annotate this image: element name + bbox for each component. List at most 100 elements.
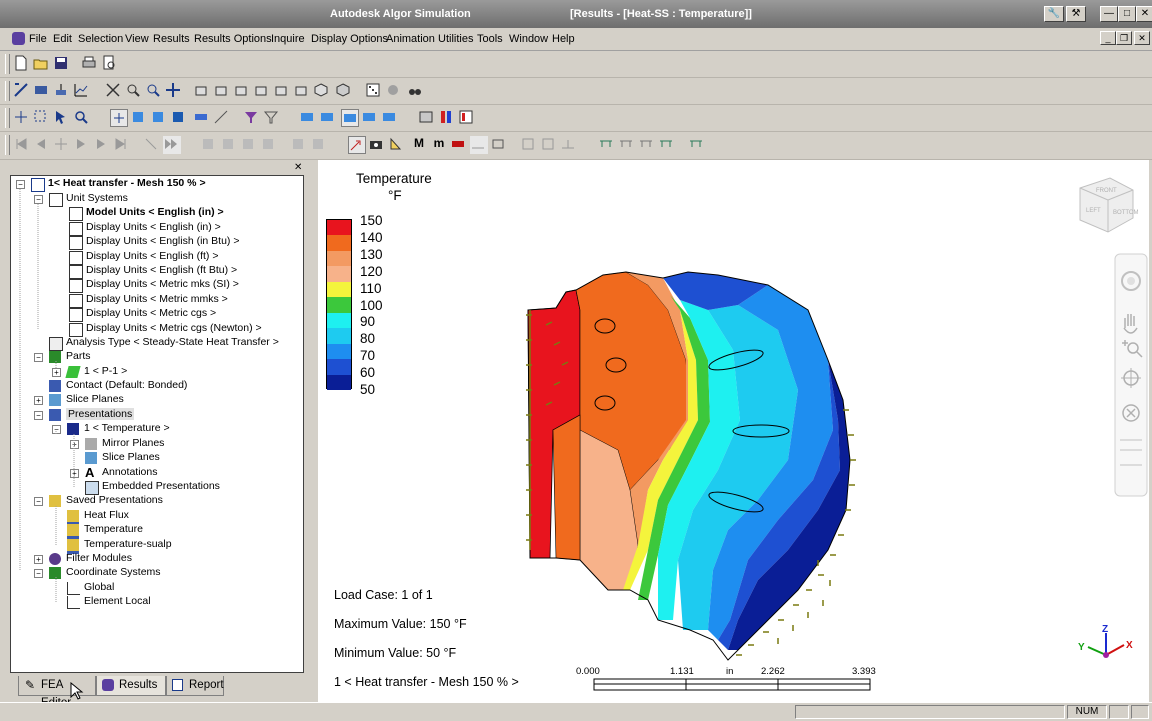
- menu-inquire[interactable]: Inquire: [271, 33, 305, 45]
- mesh-view-3-icon[interactable]: [240, 136, 258, 154]
- select-part-icon[interactable]: [150, 109, 168, 127]
- select-point-icon[interactable]: [110, 109, 128, 127]
- menu-help[interactable]: Help: [552, 33, 575, 45]
- hatch-icon[interactable]: [418, 109, 436, 127]
- view-back-icon[interactable]: [253, 82, 271, 100]
- display-mode-2-icon[interactable]: [319, 109, 337, 127]
- collapse-icon[interactable]: −: [34, 195, 43, 204]
- display-mode-5-icon[interactable]: [381, 109, 399, 127]
- dice-icon[interactable]: [365, 82, 383, 100]
- tab-results[interactable]: Results: [96, 676, 166, 696]
- first-frame-icon[interactable]: [13, 136, 31, 154]
- box-icon[interactable]: [490, 136, 508, 154]
- menu-results[interactable]: Results: [153, 33, 190, 45]
- app-icon[interactable]: [12, 32, 25, 45]
- menu-window[interactable]: Window: [509, 33, 548, 45]
- filter-select-icon[interactable]: [243, 109, 261, 127]
- fast-forward-icon[interactable]: [163, 136, 181, 154]
- animate-icon[interactable]: [143, 136, 161, 154]
- mdi-minimize-button[interactable]: _: [1100, 31, 1116, 45]
- select-pointer-icon[interactable]: [53, 109, 71, 127]
- colorbar-icon[interactable]: [438, 109, 456, 127]
- mdi-close-button[interactable]: ✕: [1134, 31, 1150, 45]
- query-icon[interactable]: [13, 82, 31, 100]
- annotation-arrow-icon[interactable]: [348, 136, 366, 154]
- display-mode-1-icon[interactable]: [299, 109, 317, 127]
- pan-icon[interactable]: [165, 82, 183, 100]
- print-icon[interactable]: [81, 55, 99, 73]
- wrench-icon[interactable]: 🔧: [1044, 6, 1064, 22]
- sphere-icon[interactable]: [385, 82, 403, 100]
- collapse-icon[interactable]: −: [16, 180, 25, 189]
- dim-1-icon[interactable]: [520, 136, 538, 154]
- magnifier-icon[interactable]: [73, 109, 91, 127]
- menu-display-options[interactable]: Display Options: [311, 33, 388, 45]
- legend-icon[interactable]: [458, 109, 476, 127]
- mesh-view-5-icon[interactable]: [290, 136, 308, 154]
- view-front-icon[interactable]: [233, 82, 251, 100]
- view-bottom-icon[interactable]: [213, 82, 231, 100]
- close-button[interactable]: ✕: [1136, 6, 1152, 22]
- dim-2-icon[interactable]: [540, 136, 558, 154]
- save-icon[interactable]: [53, 55, 71, 73]
- mesh-view-1-icon[interactable]: [200, 136, 218, 154]
- mesh-view-4-icon[interactable]: [260, 136, 278, 154]
- zoom-icon[interactable]: [145, 82, 163, 100]
- menu-view[interactable]: View: [125, 33, 149, 45]
- prev-frame-icon[interactable]: [33, 136, 51, 154]
- camera-icon[interactable]: [368, 136, 386, 154]
- load-5-icon[interactable]: [688, 136, 706, 154]
- load-1-icon[interactable]: [598, 136, 616, 154]
- last-frame-icon[interactable]: [113, 136, 131, 154]
- select-edge-icon[interactable]: [193, 109, 211, 127]
- tab-report[interactable]: Report: [166, 676, 224, 696]
- collapse-icon[interactable]: −: [34, 569, 43, 578]
- expand-icon[interactable]: +: [52, 368, 61, 377]
- view-iso-icon[interactable]: [313, 82, 331, 100]
- select-line-icon[interactable]: [213, 109, 231, 127]
- filter-icon[interactable]: [263, 109, 281, 127]
- zoom-window-icon[interactable]: [125, 82, 143, 100]
- select-body-icon[interactable]: [170, 109, 188, 127]
- menu-tools[interactable]: Tools: [477, 33, 503, 45]
- new-file-icon[interactable]: [13, 55, 31, 73]
- view-top-icon[interactable]: [193, 82, 211, 100]
- binoculars-icon[interactable]: [407, 82, 425, 100]
- minimize-button[interactable]: —: [1100, 6, 1118, 22]
- menu-selection[interactable]: Selection: [78, 33, 123, 45]
- expand-icon[interactable]: +: [70, 440, 79, 449]
- temperature-contour-model[interactable]: [526, 271, 856, 661]
- view-right-icon[interactable]: [293, 82, 311, 100]
- probe-label-icon[interactable]: [388, 136, 406, 154]
- print-preview-icon[interactable]: [101, 55, 119, 73]
- collapse-icon[interactable]: −: [34, 353, 43, 362]
- mdi-restore-button[interactable]: ❐: [1116, 31, 1132, 45]
- load-3-icon[interactable]: [638, 136, 656, 154]
- display-mode-4-icon[interactable]: [361, 109, 379, 127]
- menu-file[interactable]: File: [29, 33, 47, 45]
- collapse-icon[interactable]: −: [34, 497, 43, 506]
- red-bar-icon[interactable]: [450, 136, 468, 154]
- rotate-icon[interactable]: [13, 109, 31, 127]
- load-4-icon[interactable]: [658, 136, 676, 154]
- menu-animation[interactable]: Animation: [386, 33, 435, 45]
- load-2-icon[interactable]: [618, 136, 636, 154]
- select-surface-icon[interactable]: [130, 109, 148, 127]
- max-marker-icon[interactable]: M: [410, 136, 428, 154]
- play-icon[interactable]: [73, 136, 91, 154]
- expand-icon[interactable]: +: [34, 555, 43, 564]
- view-left-icon[interactable]: [273, 82, 291, 100]
- expand-icon[interactable]: +: [70, 469, 79, 478]
- view-iso2-icon[interactable]: [335, 82, 353, 100]
- mesh-view-2-icon[interactable]: [220, 136, 238, 154]
- menu-edit[interactable]: Edit: [53, 33, 72, 45]
- collapse-icon[interactable]: −: [52, 425, 61, 434]
- collapse-icon[interactable]: −: [34, 411, 43, 420]
- step-icon[interactable]: [53, 136, 71, 154]
- panel-close-icon[interactable]: ✕: [294, 162, 302, 173]
- display-mode-3-icon[interactable]: [341, 109, 359, 127]
- fit-icon[interactable]: [105, 82, 123, 100]
- section-icon[interactable]: [53, 82, 71, 100]
- graph-icon[interactable]: [73, 82, 91, 100]
- probe-icon[interactable]: [33, 82, 51, 100]
